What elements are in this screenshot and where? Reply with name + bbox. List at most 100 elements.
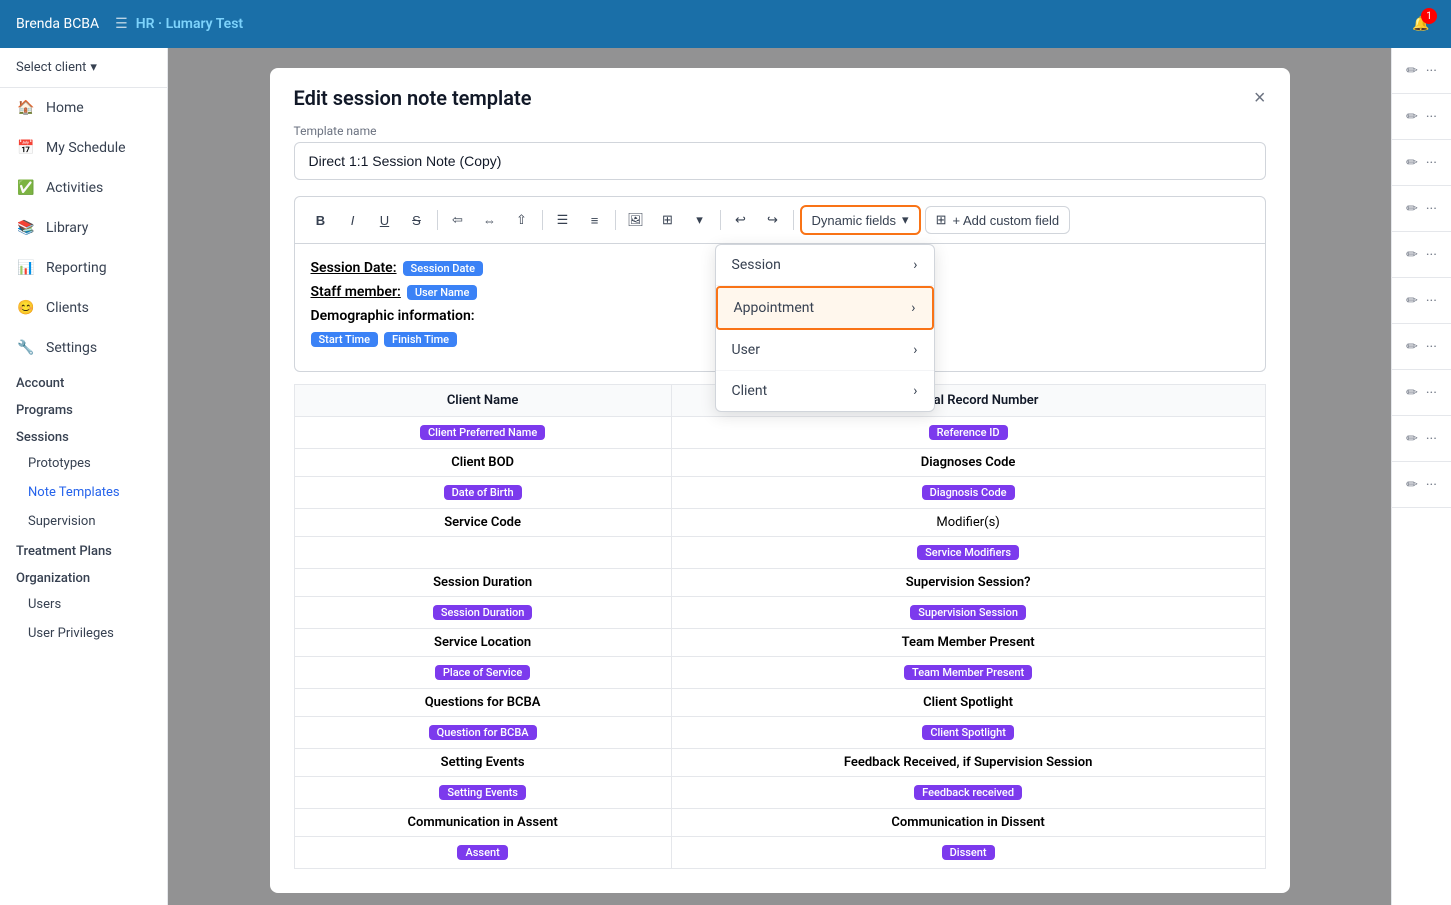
- edit-template-modal: Edit session note template × Template na…: [270, 68, 1290, 893]
- dissent-tag: Dissent: [942, 845, 995, 860]
- table-cell: Client BOD: [294, 449, 671, 477]
- dynamic-fields-button[interactable]: Dynamic fields ▾: [800, 205, 921, 235]
- undo-button[interactable]: ↩: [727, 206, 755, 234]
- more-options-icon[interactable]: ···: [1426, 477, 1437, 493]
- sidebar-item-activities[interactable]: ✅ Activities: [0, 168, 167, 208]
- setting-events-tag: Setting Events: [439, 785, 526, 800]
- sidebar-section-account[interactable]: Account: [0, 368, 167, 395]
- sidebar-item-home[interactable]: 🏠 Home: [0, 88, 167, 128]
- sidebar-item-label: Activities: [46, 180, 103, 196]
- edit-icon[interactable]: ✏: [1406, 477, 1418, 493]
- more-options-icon[interactable]: ···: [1426, 247, 1437, 263]
- image-button[interactable]: 🖼: [622, 206, 650, 234]
- add-custom-field-button[interactable]: ⊞ + Add custom field: [925, 206, 1071, 234]
- dropdown-item-session[interactable]: Session ›: [716, 245, 934, 286]
- editor-content[interactable]: Session Date: Session Date Staff member:…: [294, 244, 1266, 372]
- select-client-dropdown[interactable]: Select client ▾: [0, 48, 167, 88]
- chevron-right-icon: ›: [913, 257, 917, 273]
- more-options-icon[interactable]: ···: [1426, 109, 1437, 125]
- sidebar-item-clients[interactable]: 😊 Clients: [0, 288, 167, 328]
- sidebar-item-reporting[interactable]: 📊 Reporting: [0, 248, 167, 288]
- table-cell: Feedback received: [671, 777, 1265, 809]
- edit-icon[interactable]: ✏: [1406, 339, 1418, 355]
- italic-button[interactable]: I: [339, 206, 367, 234]
- note-template-table: Client Name Medical Record Number Client…: [294, 384, 1266, 869]
- sidebar-item-label: My Schedule: [46, 140, 126, 156]
- align-right-button[interactable]: ⇧: [508, 206, 536, 234]
- align-left-button[interactable]: ⇦: [444, 206, 472, 234]
- table-cell: Team Member Present: [671, 629, 1265, 657]
- right-row-4: ✏ ···: [1392, 186, 1451, 232]
- session-duration-tag: Session Duration: [433, 605, 533, 620]
- question-for-bcba-tag: Question for BCBA: [429, 725, 537, 740]
- table-row: Session Duration Supervision Session?: [294, 569, 1265, 597]
- notification-bell[interactable]: 🔔 1: [1407, 10, 1435, 38]
- supervision-session-tag: Supervision Session: [910, 605, 1026, 620]
- template-name-input[interactable]: [294, 142, 1266, 180]
- ordered-list-button[interactable]: ≡: [581, 206, 609, 234]
- table-cell: Service Modifiers: [671, 537, 1265, 569]
- sidebar-item-label: Library: [46, 220, 88, 236]
- dropdown-item-appointment[interactable]: Appointment ›: [716, 286, 934, 330]
- dropdown-item-client[interactable]: Client ›: [716, 371, 934, 411]
- edit-icon[interactable]: ✏: [1406, 63, 1418, 79]
- sidebar-sub-users[interactable]: Users: [0, 590, 167, 619]
- sidebar-sub-note-templates[interactable]: Note Templates: [0, 478, 167, 507]
- edit-icon[interactable]: ✏: [1406, 247, 1418, 263]
- right-row-2: ✏ ···: [1392, 94, 1451, 140]
- separator-5: [793, 210, 794, 230]
- table-cell: Communication in Assent: [294, 809, 671, 837]
- sidebar-sub-supervision[interactable]: Supervision: [0, 507, 167, 536]
- more-options-icon[interactable]: ···: [1426, 293, 1437, 309]
- more-options-icon[interactable]: ···: [1426, 431, 1437, 447]
- modal-body: Template name B I U S ⇦ ⇔ ⇧ ☰: [270, 124, 1290, 893]
- sidebar-section-treatment-plans[interactable]: Treatment Plans: [0, 536, 167, 563]
- dropdown-item-user[interactable]: User ›: [716, 330, 934, 371]
- bold-button[interactable]: B: [307, 206, 335, 234]
- table-row: Setting Events Feedback Received, if Sup…: [294, 749, 1265, 777]
- table-cell: Place of Service: [294, 657, 671, 689]
- close-button[interactable]: ×: [1254, 87, 1266, 110]
- table-row: Questions for BCBA Client Spotlight: [294, 689, 1265, 717]
- more-options-icon[interactable]: ···: [1426, 63, 1437, 79]
- library-icon: 📚: [16, 218, 36, 238]
- edit-icon[interactable]: ✏: [1406, 155, 1418, 171]
- strikethrough-button[interactable]: S: [403, 206, 431, 234]
- client-spotlight-tag: Client Spotlight: [922, 725, 1014, 740]
- sidebar-sub-prototypes[interactable]: Prototypes: [0, 449, 167, 478]
- more-options-icon[interactable]: ···: [1426, 201, 1437, 217]
- session-date-tag: Session Date: [403, 261, 483, 276]
- underline-button[interactable]: U: [371, 206, 399, 234]
- sidebar-section-sessions[interactable]: Sessions: [0, 422, 167, 449]
- edit-icon[interactable]: ✏: [1406, 431, 1418, 447]
- table-row: Service Modifiers: [294, 537, 1265, 569]
- user-name-tag: User Name: [407, 285, 478, 300]
- table-cell: Setting Events: [294, 749, 671, 777]
- table-cell: Dissent: [671, 837, 1265, 869]
- table-button[interactable]: ⊞: [654, 206, 682, 234]
- date-of-birth-tag: Date of Birth: [444, 485, 522, 500]
- edit-icon[interactable]: ✏: [1406, 385, 1418, 401]
- align-center-button[interactable]: ⇔: [476, 206, 504, 234]
- sidebar-item-my-schedule[interactable]: 📅 My Schedule: [0, 128, 167, 168]
- table-cell: Communication in Dissent: [671, 809, 1265, 837]
- sidebar-item-settings[interactable]: 🔧 Settings: [0, 328, 167, 368]
- sidebar-section-programs[interactable]: Programs: [0, 395, 167, 422]
- edit-icon[interactable]: ✏: [1406, 109, 1418, 125]
- edit-icon[interactable]: ✏: [1406, 293, 1418, 309]
- user-name: Brenda BCBA: [16, 16, 99, 32]
- bullet-list-button[interactable]: ☰: [549, 206, 577, 234]
- more-options-icon[interactable]: ···: [1426, 385, 1437, 401]
- edit-icon[interactable]: ✏: [1406, 201, 1418, 217]
- table-options-button[interactable]: ▾: [686, 206, 714, 234]
- chart-icon: 📊: [16, 258, 36, 278]
- sidebar-section-organization[interactable]: Organization: [0, 563, 167, 590]
- top-bar: Brenda BCBA ☰ HR · Lumary Test 🔔 1: [0, 0, 1451, 48]
- table-cell: Feedback Received, if Supervision Sessio…: [671, 749, 1265, 777]
- redo-button[interactable]: ↪: [759, 206, 787, 234]
- content-area: Edit session note template × Template na…: [168, 48, 1391, 905]
- more-options-icon[interactable]: ···: [1426, 339, 1437, 355]
- sidebar-sub-user-privileges[interactable]: User Privileges: [0, 619, 167, 648]
- sidebar-item-library[interactable]: 📚 Library: [0, 208, 167, 248]
- more-options-icon[interactable]: ···: [1426, 155, 1437, 171]
